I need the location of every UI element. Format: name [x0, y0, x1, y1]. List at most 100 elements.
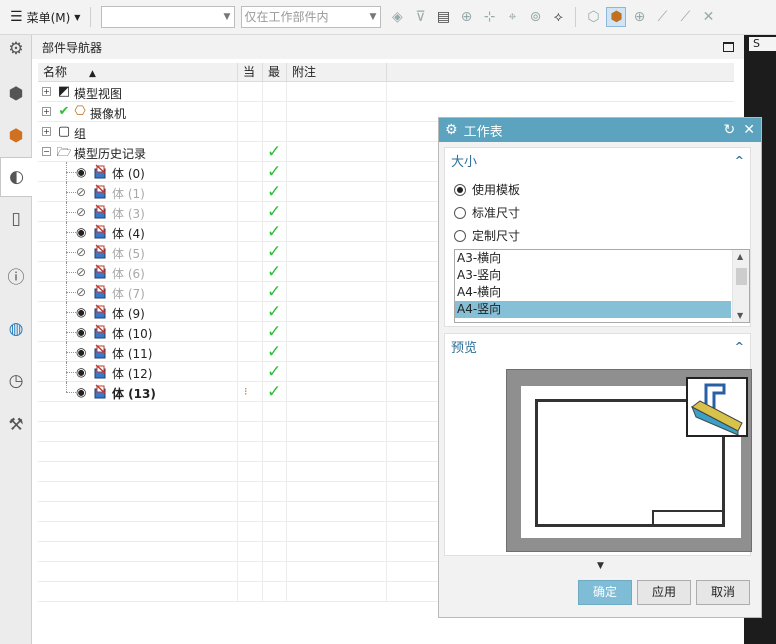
radio-button[interactable]: [454, 229, 466, 242]
line-icon[interactable]: ⟋: [652, 7, 672, 27]
tree-connector: [66, 381, 67, 392]
eye-icon[interactable]: ◉: [76, 345, 86, 359]
radio-button[interactable]: [454, 206, 466, 219]
curve-icon[interactable]: ⟋: [675, 7, 695, 27]
selection-list-icon[interactable]: ▤: [433, 7, 453, 27]
listbox-scrollbar[interactable]: ▲ ▼: [732, 250, 749, 322]
eye-icon[interactable]: ◉: [76, 365, 86, 379]
selection-scope-combo[interactable]: 仅在工作部件内 ▼: [241, 6, 382, 28]
scroll-down-icon[interactable]: ▼: [737, 311, 743, 320]
type-filter-combo[interactable]: ▼: [101, 6, 236, 28]
tree-connector: [66, 391, 76, 393]
info-icon[interactable]: ⓘ: [4, 263, 28, 288]
template-item[interactable]: A3-横向: [455, 250, 731, 267]
body-label: 体 (6): [112, 266, 145, 281]
body-label: 体 (7): [112, 286, 145, 301]
tools-icon[interactable]: ⚒: [4, 413, 28, 437]
up-to-date-check-icon: ✓: [267, 301, 282, 322]
up-to-date-check-icon: ✓: [267, 321, 282, 342]
snap-point-icon[interactable]: ⊕: [456, 7, 476, 27]
ok-button[interactable]: 确定: [578, 580, 632, 605]
web-browser-icon[interactable]: ◍: [4, 317, 28, 341]
column-current[interactable]: 当: [238, 63, 263, 81]
tree-connector: [66, 331, 76, 333]
resource-bar: ⚙ ⬢ ⬢ ◐ ▯ ⓘ ◍ ◷ ⚒: [0, 35, 32, 644]
snap-midpoint-icon[interactable]: ⌖: [502, 7, 522, 27]
current-marker-icon: ⁝: [244, 385, 248, 398]
part-navigator-icon[interactable]: ◐: [0, 157, 32, 197]
assembly-navigator-icon[interactable]: ⬢: [4, 82, 28, 106]
scroll-up-icon[interactable]: ▲: [737, 252, 743, 261]
chevron-up-icon[interactable]: ^: [735, 340, 744, 353]
wireframe-view-icon[interactable]: ⬢: [606, 7, 627, 27]
body-label: 体 (10): [112, 326, 153, 341]
collapse-node-icon[interactable]: −: [42, 146, 51, 156]
up-to-date-check-icon: ✓: [267, 361, 282, 382]
radio-use-template[interactable]: 使用模板: [454, 181, 520, 198]
up-to-date-check-icon: ✓: [267, 281, 282, 302]
filter-icon[interactable]: ⊽: [410, 7, 430, 27]
eye-icon[interactable]: ◉: [76, 225, 86, 239]
reuse-library-icon[interactable]: ▯: [4, 207, 28, 231]
body-label: 体 (1): [112, 186, 145, 201]
eye-hidden-icon[interactable]: ⊘: [76, 185, 86, 199]
tree-connector: [66, 251, 76, 253]
select-feature-icon[interactable]: ◈: [387, 7, 407, 27]
eye-icon[interactable]: ◉: [76, 305, 86, 319]
tree-node-label: 模型历史记录: [74, 146, 147, 161]
eye-icon[interactable]: ◉: [76, 165, 86, 179]
hamburger-icon: ☰: [10, 9, 23, 25]
column-name[interactable]: 名称 ▲: [38, 63, 238, 81]
size-section-header[interactable]: 大小 ^: [445, 148, 750, 172]
gear-icon[interactable]: ⚙: [4, 37, 28, 61]
template-item[interactable]: A4-横向: [455, 284, 731, 301]
template-item[interactable]: A3-竖向: [455, 267, 731, 284]
cancel-button[interactable]: 取消: [696, 580, 750, 605]
history-icon[interactable]: ◷: [4, 369, 28, 393]
up-to-date-check-icon: ✓: [267, 241, 282, 262]
expand-node-icon[interactable]: +: [42, 86, 51, 96]
scroll-thumb[interactable]: [736, 268, 747, 285]
window-tab[interactable]: S: [749, 37, 776, 51]
eye-hidden-icon[interactable]: ⊘: [76, 245, 86, 259]
eye-icon[interactable]: ◉: [76, 325, 86, 339]
show-more-chevron-icon[interactable]: ▼: [597, 561, 604, 571]
reset-icon[interactable]: ↻: [724, 122, 736, 138]
template-listbox[interactable]: A3-横向 A3-竖向 A4-横向 A4-竖向 ▲ ▼: [454, 249, 750, 323]
point-icon[interactable]: ✕: [698, 7, 718, 27]
snap-center-icon[interactable]: ⊚: [525, 7, 545, 27]
constraint-navigator-icon[interactable]: ⬢: [4, 124, 28, 148]
radio-label: 定制尺寸: [472, 229, 521, 243]
template-item-selected[interactable]: A4-竖向: [455, 301, 731, 318]
eye-icon[interactable]: ◉: [76, 385, 86, 399]
body-label: 体 (11): [112, 346, 153, 361]
body-label: 体 (4): [112, 226, 145, 241]
camera-object-icon: ⎔: [74, 103, 86, 119]
expand-node-icon[interactable]: +: [42, 126, 51, 136]
snap-endpoint-icon[interactable]: ⊹: [479, 7, 499, 27]
column-notes[interactable]: 附注: [287, 63, 387, 81]
solid-body-icon: [92, 283, 108, 300]
tree-node[interactable]: + ◩ 模型视图: [38, 81, 734, 102]
sheet-preview: [506, 369, 752, 552]
chevron-up-icon[interactable]: ^: [735, 154, 744, 167]
expand-node-icon[interactable]: +: [42, 106, 51, 116]
crosshair-icon[interactable]: ⊕: [629, 7, 649, 27]
solid-body-icon: [92, 163, 108, 180]
shaded-view-icon[interactable]: ⬡: [583, 7, 603, 27]
radio-button[interactable]: [454, 183, 466, 196]
maximize-icon[interactable]: [723, 42, 734, 52]
eye-hidden-icon[interactable]: ⊘: [76, 265, 86, 279]
eye-hidden-icon[interactable]: ⊘: [76, 205, 86, 219]
snap-control-icon[interactable]: ⟡: [548, 7, 568, 27]
gear-icon[interactable]: ⚙: [445, 122, 458, 138]
column-latest[interactable]: 最: [263, 63, 287, 81]
eye-hidden-icon[interactable]: ⊘: [76, 285, 86, 299]
up-to-date-check-icon: ✓: [267, 181, 282, 202]
menu-button[interactable]: ☰ 菜单(M) ▼: [0, 5, 86, 29]
apply-button[interactable]: 应用: [637, 580, 691, 605]
preview-section-header[interactable]: 预览 ^: [445, 334, 750, 358]
radio-standard-size[interactable]: 标准尺寸: [454, 204, 520, 221]
radio-custom-size[interactable]: 定制尺寸: [454, 227, 520, 244]
close-icon[interactable]: ✕: [743, 122, 755, 138]
